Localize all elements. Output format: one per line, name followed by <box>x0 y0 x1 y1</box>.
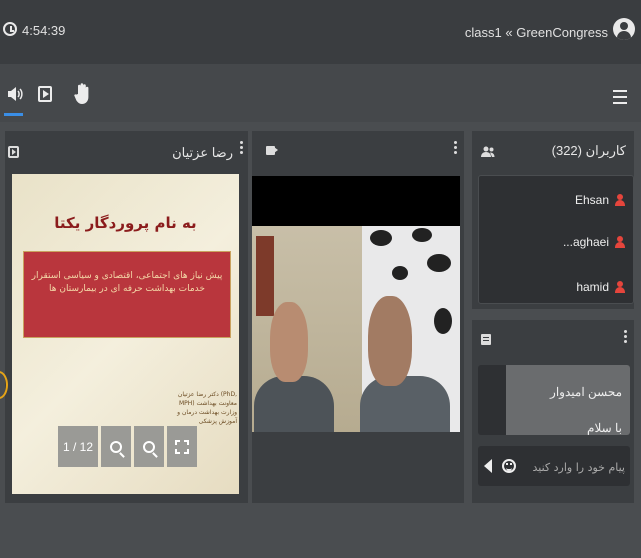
message-text: با سلام <box>587 421 622 435</box>
list-item[interactable]: ...aghaei <box>563 235 625 249</box>
person-icon <box>615 194 625 206</box>
room-title: class1 « GreenCongress <box>464 25 608 40</box>
message-sender: محسن امیدوار <box>550 385 622 399</box>
emoji-icon[interactable] <box>502 459 516 473</box>
account-icon[interactable] <box>613 18 635 40</box>
fullscreen-icon <box>175 439 189 454</box>
list-item[interactable]: hamid <box>576 280 625 294</box>
chat-messages: محسن امیدوار با سلام <box>478 365 630 435</box>
user-name: Ehsan <box>574 193 609 207</box>
page-indicator[interactable]: 1 / 12 <box>58 426 98 467</box>
chat-icon <box>481 334 491 345</box>
user-name: hamid <box>576 280 609 294</box>
list-item[interactable]: Ehsan <box>575 193 625 207</box>
zoom-in-button[interactable] <box>101 426 131 467</box>
user-list: Ehsan ...aghaei hamid <box>478 175 634 304</box>
slide-title: به نام پروردگار یکتا <box>54 214 197 232</box>
zoom-in-icon <box>110 440 122 453</box>
presentation-toggle-icon[interactable] <box>38 86 52 102</box>
user-name: ...aghaei <box>562 235 609 249</box>
presentation-slide: به نام پروردگار یکتا پیش نیاز های اجتماع… <box>12 174 239 494</box>
camera-icon <box>266 146 278 155</box>
presenter-name: رضا عزتیان <box>172 145 233 160</box>
toolbar <box>0 64 641 122</box>
active-tab-indicator <box>4 113 23 116</box>
send-icon[interactable] <box>484 459 492 473</box>
menu-icon[interactable] <box>613 90 627 108</box>
speaker-icon[interactable] <box>6 85 24 103</box>
raise-hand-icon[interactable] <box>73 82 93 106</box>
video-options-icon[interactable] <box>454 141 457 156</box>
person-icon <box>615 281 625 293</box>
chat-input-bar <box>478 446 630 486</box>
person-icon <box>615 236 625 248</box>
presentation-icon <box>8 146 19 158</box>
slide-footer: دکتر رضا عزتیان (PhD, MPH) معاونت بهداشت… <box>177 391 237 425</box>
zoom-out-button[interactable] <box>134 426 164 467</box>
clock-icon <box>3 22 17 36</box>
session-time: 4:54:39 <box>22 23 66 38</box>
chat-input[interactable] <box>521 456 627 478</box>
presentation-options-icon[interactable] <box>240 141 243 156</box>
users-title: کاربران (322) <box>551 143 626 158</box>
bookshelf <box>256 236 274 316</box>
users-icon <box>481 146 495 157</box>
video-feed[interactable] <box>252 176 460 432</box>
top-bar: 4:54:39 class1 « GreenCongress <box>0 0 641 64</box>
zoom-out-icon <box>143 440 155 453</box>
slide-body: پیش نیاز های اجتماعی، اقتصادی و سیاسی اس… <box>23 251 231 338</box>
video-frame <box>252 226 460 432</box>
fullscreen-button[interactable] <box>167 426 197 467</box>
chat-options-icon[interactable] <box>624 330 627 345</box>
